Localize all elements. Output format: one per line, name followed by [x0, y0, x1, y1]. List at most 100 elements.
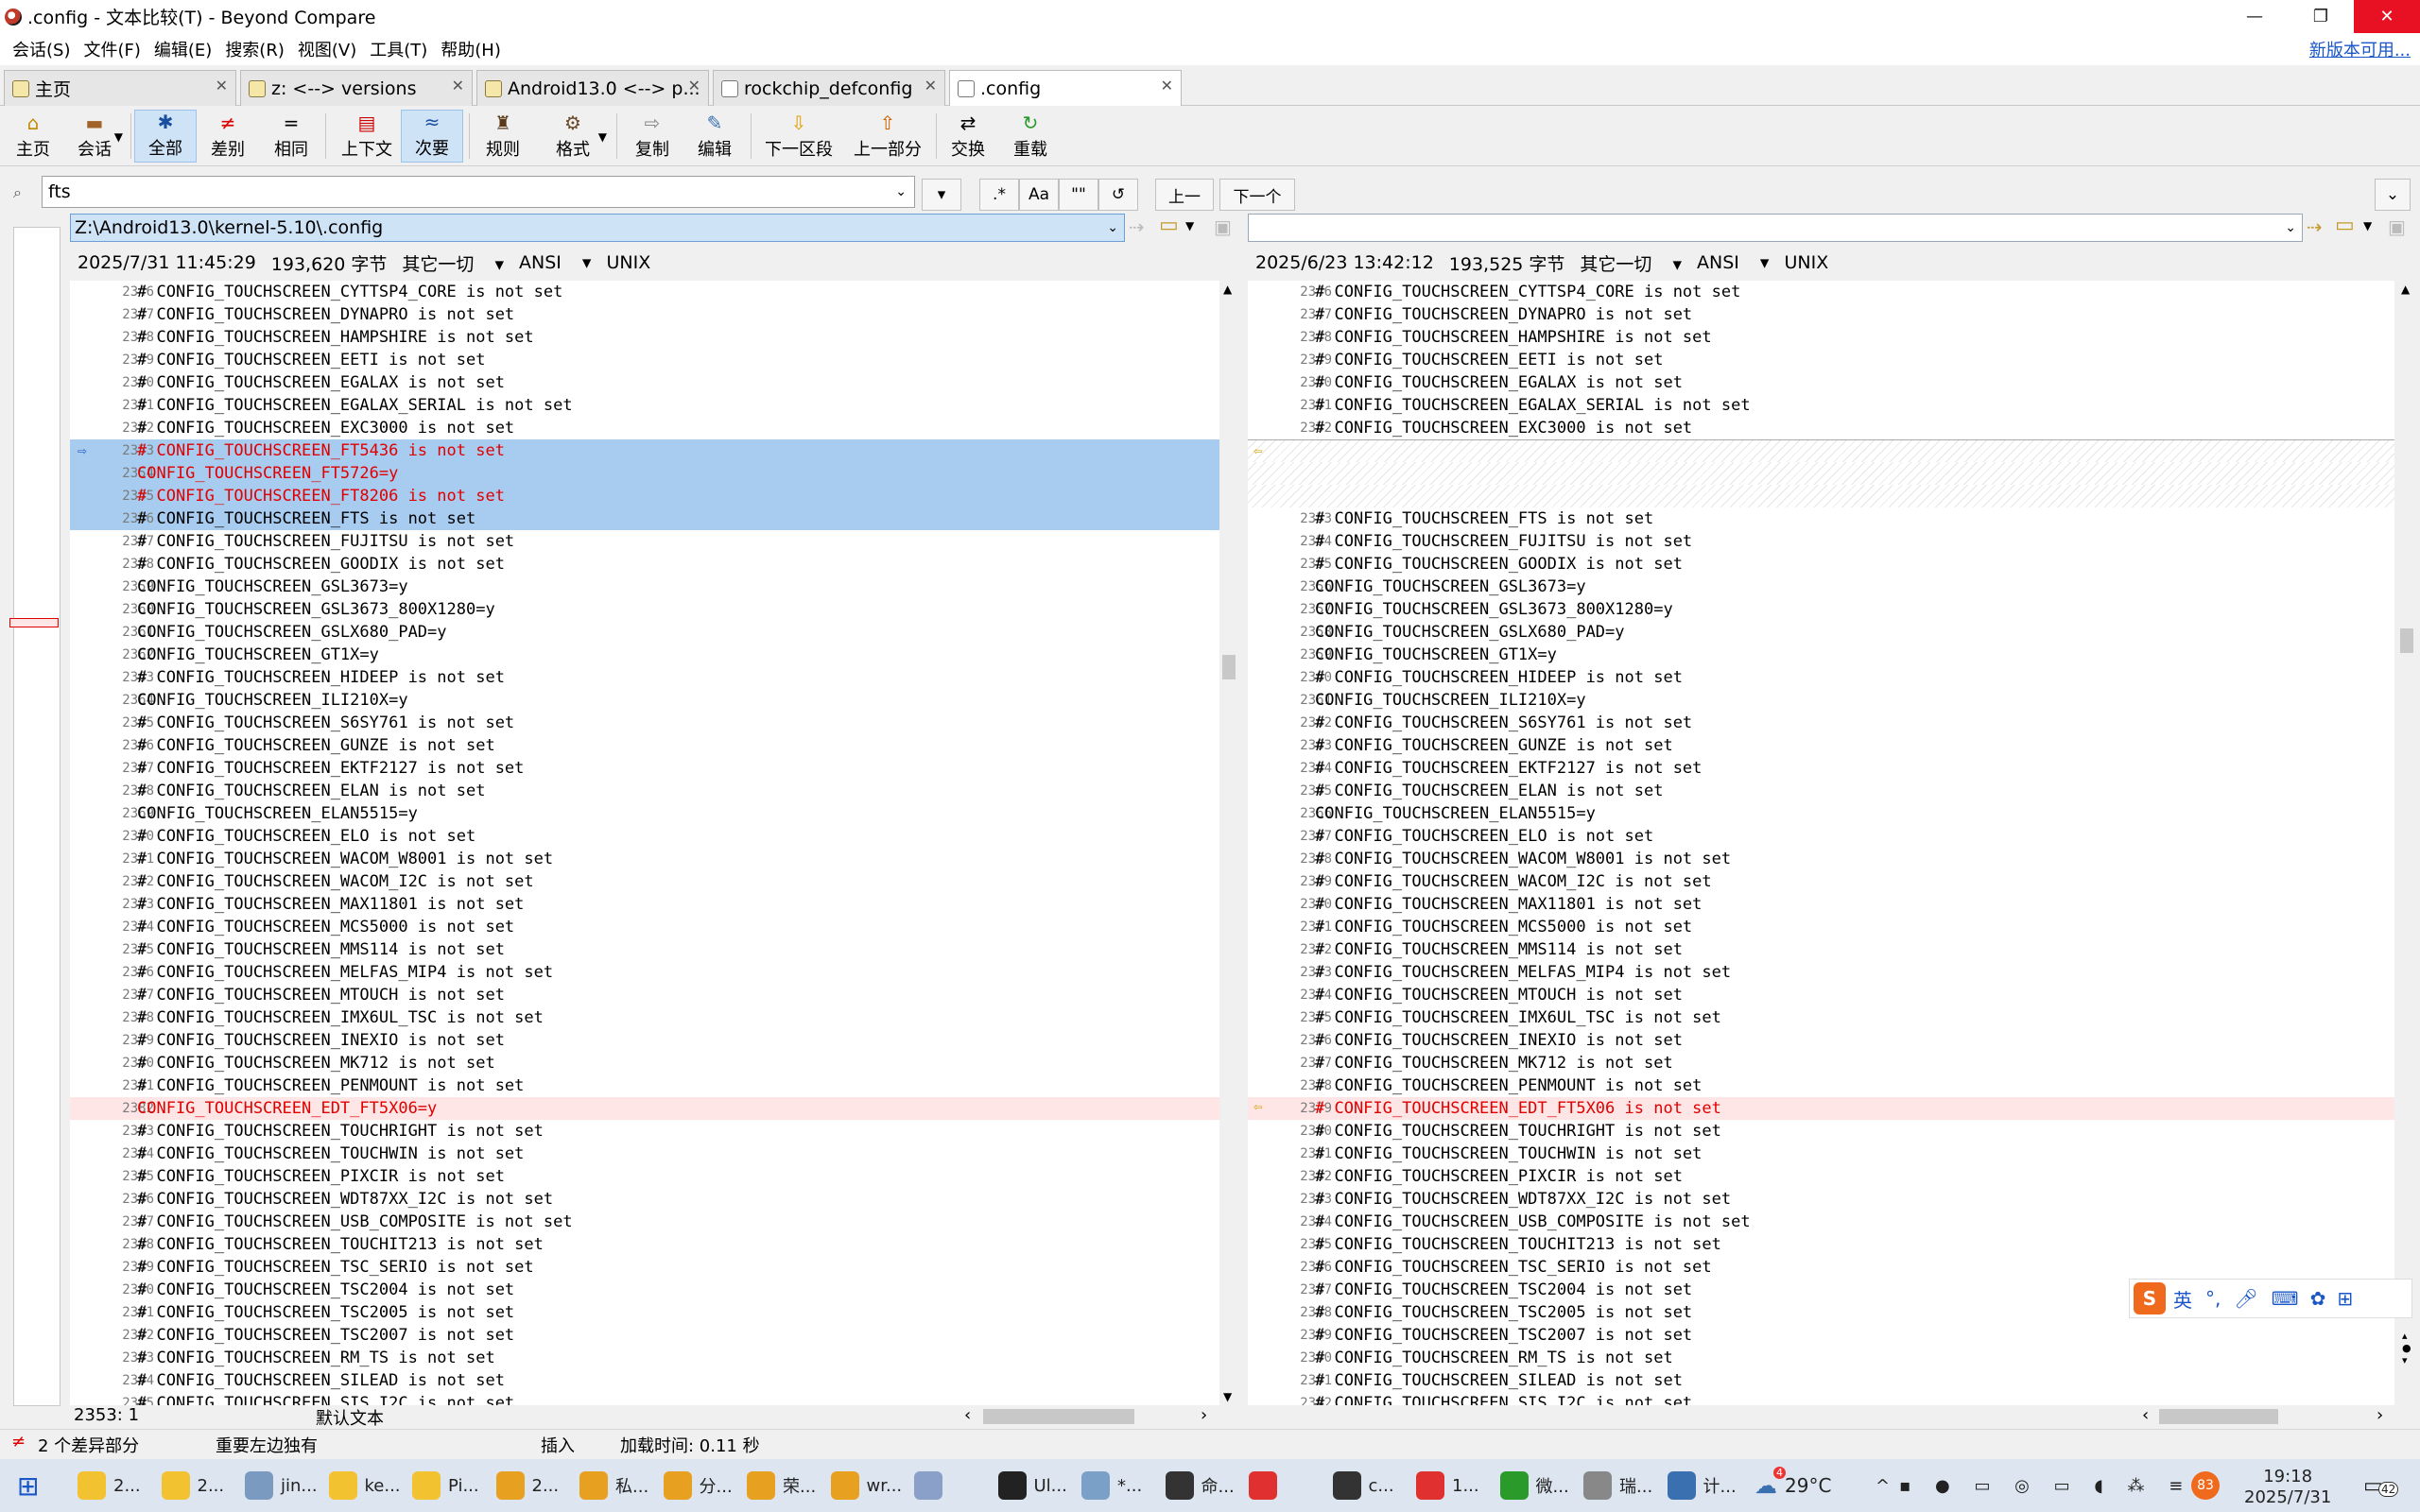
text-line[interactable]: 2358 CONFIG_TOUCHSCREEN_GSLX680_PAD=y [1248, 621, 2394, 644]
text-line[interactable]: 2363 # CONFIG_TOUCHSCREEN_HIDEEP is not s… [70, 666, 1219, 689]
text-line[interactable]: 2362 # CONFIG_TOUCHSCREEN_S6SY761 is not … [1248, 712, 2394, 734]
text-line[interactable]: 2390 # CONFIG_TOUCHSCREEN_TSC2004 is not … [70, 1279, 1219, 1301]
menu-help[interactable]: 帮助(H) [434, 37, 508, 61]
text-line[interactable]: 2373 # CONFIG_TOUCHSCREEN_MELFAS_MIP4 is … [1248, 961, 2394, 984]
text-line[interactable]: 2395 # CONFIG_TOUCHSCREEN_SIS_I2C is not … [70, 1392, 1219, 1405]
session-button[interactable]: ▬ 会话 ▼ [64, 110, 125, 163]
text-line[interactable]: 2392 # CONFIG_TOUCHSCREEN_TSC2007 is not … [70, 1324, 1219, 1347]
text-line[interactable]: 2389 # CONFIG_TOUCHSCREEN_TSC2007 is not … [1248, 1324, 2394, 1347]
menu-file[interactable]: 文件(F) [77, 37, 147, 61]
show-all-button[interactable]: ✱ 全部 [134, 110, 197, 163]
system-tray[interactable]: ^ ▪ ● ▭ ◎ ▭ ◖ ⁂ ≡ [1876, 1467, 2192, 1504]
chevron-down-icon[interactable]: ⌄ [1107, 220, 1118, 235]
open-folder-icon[interactable]: ▭ [2335, 214, 2355, 237]
thumbnail-overview[interactable] [13, 227, 60, 1406]
right-vertical-scrollbar[interactable]: ▲ ▴ ● ▾ [2394, 281, 2420, 1405]
text-line[interactable]: 2374 # CONFIG_TOUCHSCREEN_MCS5000 is not … [70, 916, 1219, 938]
taskbar-app[interactable]: Pi... [412, 1467, 479, 1504]
text-line[interactable]: 2369 CONFIG_TOUCHSCREEN_ELAN5515=y [70, 802, 1219, 825]
text-line[interactable]: 2349 # CONFIG_TOUCHSCREEN_EETI is not set [70, 349, 1219, 371]
thumbnail-viewport[interactable] [9, 618, 59, 627]
taskbar-app[interactable] [1249, 1467, 1285, 1504]
text-line[interactable]: 2391 # CONFIG_TOUCHSCREEN_SILEAD is not s… [1248, 1369, 2394, 1392]
text-line[interactable]: 2358 # CONFIG_TOUCHSCREEN_GOODIX is not s… [70, 553, 1219, 576]
text-line[interactable]: 2383 # CONFIG_TOUCHSCREEN_TOUCHRIGHT is n… [70, 1120, 1219, 1143]
taskbar-app[interactable]: 2... [78, 1467, 141, 1504]
right-other-dropdown[interactable]: 其它一切 ▾ [1580, 250, 1682, 276]
chevron-down-icon[interactable]: ▼ [1185, 219, 1194, 232]
text-line[interactable]: 2368 # CONFIG_TOUCHSCREEN_ELAN is not set [70, 780, 1219, 802]
scroll-left-icon[interactable]: ‹ [2142, 1405, 2149, 1425]
restore-button[interactable]: ❐ [2288, 0, 2354, 33]
taskbar-app[interactable]: 计... [1667, 1467, 1737, 1504]
text-line[interactable]: 2383 # CONFIG_TOUCHSCREEN_WDT87XX_I2C is … [1248, 1188, 2394, 1211]
text-line[interactable]: 2367 # CONFIG_TOUCHSCREEN_ELO is not set [1248, 825, 2394, 848]
text-line[interactable]: 2355 # CONFIG_TOUCHSCREEN_GOODIX is not s… [1248, 553, 2394, 576]
tab-android[interactable]: Android13.0 <--> p... ✕ [476, 70, 709, 106]
text-line[interactable]: 2361 CONFIG_TOUCHSCREEN_ILI210X=y [1248, 689, 2394, 712]
left-other-dropdown[interactable]: 其它一切 ▾ [402, 250, 504, 276]
show-diffs-button[interactable]: ≠ 差别 [200, 110, 255, 163]
text-line[interactable]: 2364 CONFIG_TOUCHSCREEN_ILI210X=y [70, 689, 1219, 712]
text-line[interactable]: 2353 # CONFIG_TOUCHSCREEN_FTS is not set [1248, 507, 2394, 530]
scroll-right-icon[interactable]: › [1201, 1405, 1207, 1425]
right-encoding-dropdown[interactable]: ANSI ▾ [1697, 252, 1769, 273]
text-line[interactable]: 2377 # CONFIG_TOUCHSCREEN_MK712 is not se… [1248, 1052, 2394, 1074]
tray-badge[interactable]: 83 [2191, 1467, 2220, 1504]
close-tab-icon[interactable]: ✕ [925, 77, 937, 94]
text-line[interactable]: 2380 # CONFIG_TOUCHSCREEN_MK712 is not se… [70, 1052, 1219, 1074]
text-line[interactable]: 2384 # CONFIG_TOUCHSCREEN_USB_COMPOSITE i… [1248, 1211, 2394, 1233]
taskbar-app[interactable]: ke... [328, 1467, 401, 1504]
text-line[interactable]: 2370 # CONFIG_TOUCHSCREEN_MAX11801 is not… [1248, 893, 2394, 916]
ime-language[interactable]: 英 [2173, 1285, 2192, 1313]
text-line[interactable]: 2372 # CONFIG_TOUCHSCREEN_WACOM_I2C is no… [70, 870, 1219, 893]
close-tab-icon[interactable]: ✕ [1161, 77, 1173, 94]
text-line[interactable]: 2347 # CONFIG_TOUCHSCREEN_DYNAPRO is not … [1248, 303, 2394, 326]
text-line[interactable]: 2376 # CONFIG_TOUCHSCREEN_INEXIO is not s… [1248, 1029, 2394, 1052]
menu-search[interactable]: 搜索(R) [218, 37, 291, 61]
right-horizontal-scrollbar[interactable] [2159, 1409, 2278, 1424]
text-line[interactable]: 2348 # CONFIG_TOUCHSCREEN_HAMPSHIRE is no… [70, 326, 1219, 349]
swap-button[interactable]: ⇄ 交换 [942, 110, 994, 163]
taskbar-app[interactable]: 2... [161, 1467, 224, 1504]
menu-tools[interactable]: 工具(T) [363, 37, 434, 61]
text-line[interactable]: 2379 # CONFIG_TOUCHSCREEN_EDT_FT5X06 is n… [1248, 1097, 2394, 1120]
taskbar-app[interactable]: jin... [245, 1467, 318, 1504]
weather-widget[interactable]: ☁ 4 29°C [1754, 1467, 1831, 1504]
text-line[interactable]: 2351 # CONFIG_TOUCHSCREEN_EGALAX_SERIAL i… [70, 394, 1219, 417]
left-encoding-dropdown[interactable]: ANSI ▾ [519, 252, 591, 273]
taskbar-app[interactable] [914, 1467, 950, 1504]
text-line[interactable]: 2356 CONFIG_TOUCHSCREEN_GSL3673=y [1248, 576, 2394, 598]
close-button[interactable]: ✕ [2354, 0, 2420, 33]
text-line[interactable]: 2362 CONFIG_TOUCHSCREEN_GT1X=y [70, 644, 1219, 666]
taskbar-app[interactable]: Ul... [997, 1467, 1067, 1504]
text-line[interactable]: 2355 # CONFIG_TOUCHSCREEN_FT8206 is not s… [70, 485, 1219, 507]
text-line[interactable]: 2380 # CONFIG_TOUCHSCREEN_TOUCHRIGHT is n… [1248, 1120, 2394, 1143]
text-line[interactable]: 2367 # CONFIG_TOUCHSCREEN_EKTF2127 is not… [70, 757, 1219, 780]
text-line[interactable]: 2381 # CONFIG_TOUCHSCREEN_TOUCHWIN is not… [1248, 1143, 2394, 1165]
prev-section-button[interactable]: ⇧ 上一部分 [845, 110, 930, 163]
history-icon[interactable]: ⇢ [2307, 215, 2323, 238]
text-line[interactable]: 2391 # CONFIG_TOUCHSCREEN_TSC2005 is not … [70, 1301, 1219, 1324]
minor-button[interactable]: ≈ 次要 [401, 110, 463, 163]
text-line[interactable]: 2365 # CONFIG_TOUCHSCREEN_ELAN is not set [1248, 780, 2394, 802]
text-line[interactable]: 2378 # CONFIG_TOUCHSCREEN_PENMOUNT is not… [1248, 1074, 2394, 1097]
left-text-pane[interactable]: 2346 # CONFIG_TOUCHSCREEN_CYTTSP4_CORE is… [70, 281, 1219, 1405]
text-line[interactable]: 2351 # CONFIG_TOUCHSCREEN_EGALAX_SERIAL i… [1248, 394, 2394, 417]
text-line[interactable]: 2392 # CONFIG_TOUCHSCREEN_SIS_I2C is not … [1248, 1392, 2394, 1405]
text-line[interactable]: 2375 # CONFIG_TOUCHSCREEN_IMX6UL_TSC is n… [1248, 1006, 2394, 1029]
taskbar-app[interactable]: 荣... [747, 1467, 816, 1504]
text-line[interactable]: 2382 # CONFIG_TOUCHSCREEN_PIXCIR is not s… [1248, 1165, 2394, 1188]
search-next-button[interactable]: 下一个 [1219, 179, 1295, 211]
show-same-button[interactable]: = 相同 [263, 110, 320, 163]
text-line[interactable]: 2373 # CONFIG_TOUCHSCREEN_MAX11801 is not… [70, 893, 1219, 916]
text-line[interactable]: 2353 # CONFIG_TOUCHSCREEN_FT5436 is not s… [70, 439, 1219, 462]
search-input[interactable]: fts ⌄ [42, 176, 915, 208]
scroll-right-icon[interactable]: › [2377, 1405, 2383, 1425]
text-line[interactable]: 2389 # CONFIG_TOUCHSCREEN_TSC_SERIO is no… [70, 1256, 1219, 1279]
text-line[interactable]: 2382 CONFIG_TOUCHSCREEN_EDT_FT5X06=y [70, 1097, 1219, 1120]
text-line[interactable] [1248, 439, 2394, 462]
text-line[interactable]: 2352 # CONFIG_TOUCHSCREEN_EXC3000 is not … [1248, 417, 2394, 439]
text-line[interactable]: 2356 # CONFIG_TOUCHSCREEN_FTS is not set [70, 507, 1219, 530]
text-line[interactable]: 2365 # CONFIG_TOUCHSCREEN_S6SY761 is not … [70, 712, 1219, 734]
